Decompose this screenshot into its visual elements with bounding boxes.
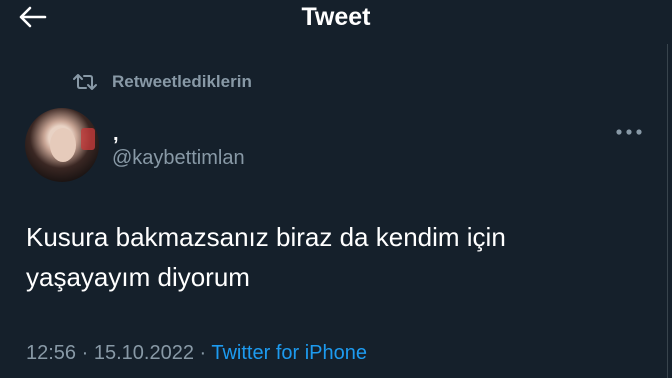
author-handle[interactable]: @kaybettimlan — [112, 146, 245, 170]
more-horizontal-icon — [616, 129, 642, 135]
meta-separator: · — [76, 342, 94, 364]
retweet-label: Retweetlediklerin — [112, 72, 252, 91]
tweet-text-line-2: yaşayayım diyorum — [26, 262, 250, 292]
avatar-face — [50, 128, 76, 162]
tweet-detail-screen: Tweet Retweetlediklerin , @kaybettimlan … — [0, 0, 672, 378]
top-bar: Tweet — [0, 0, 672, 40]
tweet-date: 15.10.2022 — [93, 342, 194, 364]
tweet-metadata: 12:56 · 15.10.2022 · Twitter for iPhone — [26, 340, 367, 366]
tweet-text: Kusura bakmazsanız biraz da kendim için … — [26, 217, 646, 297]
avatar-accent — [81, 128, 95, 150]
scrollbar-track — [667, 44, 668, 378]
author-display-name[interactable]: , — [113, 124, 119, 144]
tweet-source-link[interactable]: Twitter for iPhone — [211, 342, 367, 364]
retweet-indicator[interactable]: Retweetlediklerin — [72, 70, 252, 94]
more-options-button[interactable] — [613, 122, 645, 142]
avatar[interactable] — [25, 108, 99, 182]
meta-separator: · — [193, 342, 212, 364]
tweet-time: 12:56 — [26, 342, 77, 364]
page-title: Tweet — [301, 3, 371, 31]
tweet-text-line-1: Kusura bakmazsanız biraz da kendim için — [26, 222, 506, 252]
retweet-icon — [73, 74, 97, 90]
